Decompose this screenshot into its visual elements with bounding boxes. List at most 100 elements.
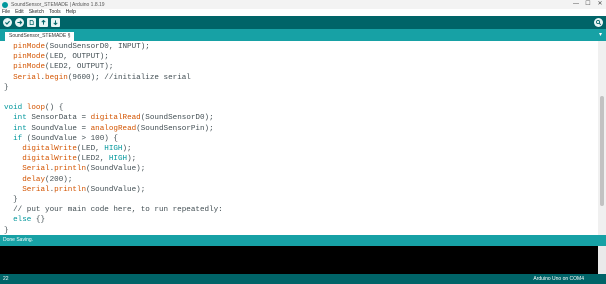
code-token: (LED, [76, 145, 105, 153]
code-token: (SoundValue); [86, 165, 146, 174]
code-token: pinMode [13, 63, 46, 72]
arduino-logo-icon [2, 1, 8, 8]
board-port-label: Arduino Uno on COM4 [533, 276, 584, 282]
arrow-up-icon [41, 19, 46, 25]
minimize-button[interactable]: — [570, 0, 582, 9]
code-token: (9600); //initialize serial [67, 73, 191, 82]
code-line: int SensorData = digitalRead(SoundSensor… [4, 113, 214, 123]
code-token: println [54, 165, 87, 174]
code-token: pinMode [13, 43, 46, 51]
code-token: begin [45, 73, 68, 82]
arrow-down-icon [53, 20, 58, 26]
code-line: // put your main code here, to run repea… [4, 205, 223, 215]
title-bar: SoundSensor_STEMADE | Arduino 1.8.19 — ☐… [0, 0, 606, 9]
serial-monitor-button[interactable] [594, 18, 603, 27]
code-token: () { [45, 104, 64, 113]
code-token: (200); [45, 175, 73, 184]
editor-scrollbar-thumb[interactable] [600, 96, 604, 206]
status-bar: Done Saving. [0, 235, 606, 246]
console-scrollbar[interactable] [598, 246, 606, 274]
code-token: Serial [13, 73, 41, 82]
code-token: ); [122, 145, 132, 153]
code-token: analogRead [90, 124, 137, 133]
code-token: (SoundSensorD0); [140, 114, 214, 123]
console-output[interactable] [0, 246, 598, 274]
menu-tools[interactable]: Tools [49, 9, 61, 16]
code-token: digitalRead [90, 114, 141, 123]
window-title: SoundSensor_STEMADE | Arduino 1.8.19 [11, 1, 105, 8]
toolbar [0, 16, 606, 29]
code-token: if [13, 134, 23, 143]
maximize-button[interactable]: ☐ [582, 0, 594, 9]
upload-button[interactable] [15, 18, 24, 27]
magnifier-icon [595, 19, 602, 26]
code-line: digitalWrite(LED, HIGH); [4, 144, 132, 154]
code-token: (SoundValue > 100) { [22, 134, 118, 143]
tab-strip: SoundSensor_STEMADE § ▾ [0, 29, 606, 41]
code-line: delay(200); [4, 175, 72, 185]
code-editor[interactable]: pinMode(SoundSensorD0, INPUT); pinMode(L… [0, 41, 598, 235]
code-token: (LED2, OUTPUT); [45, 63, 114, 72]
new-file-icon [29, 20, 34, 25]
arrow-right-icon [17, 20, 23, 25]
new-button[interactable] [27, 18, 36, 27]
save-button[interactable] [51, 18, 60, 27]
code-token: Serial [22, 185, 50, 194]
code-token: int [13, 124, 27, 133]
code-line: int SoundValue = analogRead(SoundSensorP… [4, 124, 214, 134]
code-token: pinMode [13, 53, 46, 62]
code-token: } [4, 196, 18, 204]
code-line: Serial.begin(9600); //initialize serial [4, 73, 191, 83]
code-token: HIGH [108, 155, 128, 164]
menu-file[interactable]: File [2, 9, 10, 16]
code-line: } [4, 83, 9, 93]
footer-bar: 22 Arduino Uno on COM4 [0, 274, 606, 284]
code-token: // put your main code here, to run repea… [4, 206, 223, 215]
code-token: (SoundSensorD0, INPUT); [45, 43, 150, 51]
code-token: void [4, 104, 23, 113]
code-token: Serial [22, 165, 50, 174]
code-line: Serial.println(SoundValue); [4, 164, 145, 174]
code-token: } [4, 83, 9, 92]
code-token: HIGH [104, 145, 123, 153]
code-token: (LED, OUTPUT); [45, 53, 109, 62]
code-token: int [13, 114, 27, 123]
open-button[interactable] [39, 18, 48, 27]
tab-soundsensor-stemade[interactable]: SoundSensor_STEMADE § [5, 32, 75, 41]
code-token: (SoundSensorPin); [136, 124, 214, 133]
code-token: ); [127, 155, 137, 164]
code-line: } [4, 195, 18, 205]
code-line: digitalWrite(LED2, HIGH); [4, 154, 136, 164]
code-token: SensorData = [26, 114, 91, 123]
code-token: (SoundValue); [86, 185, 146, 194]
code-line: pinMode(SoundSensorD0, INPUT); [4, 42, 150, 52]
code-line: pinMode(LED2, OUTPUT); [4, 62, 113, 72]
menu-sketch[interactable]: Sketch [29, 9, 44, 16]
code-line: if (SoundValue > 100) { [4, 134, 118, 144]
code-token: SoundValue = [26, 124, 91, 133]
code-token: digitalWrite [22, 155, 77, 164]
verify-button[interactable] [3, 18, 12, 27]
menu-bar: File Edit Sketch Tools Help [0, 9, 606, 16]
close-button[interactable]: ✕ [594, 0, 606, 9]
menu-help[interactable]: Help [66, 9, 76, 16]
tab-menu-icon[interactable]: ▾ [599, 31, 602, 38]
menu-edit[interactable]: Edit [15, 9, 24, 16]
code-token: loop [26, 104, 46, 113]
code-token: println [54, 185, 87, 194]
status-message: Done Saving. [3, 237, 34, 243]
code-line: void loop() { [4, 103, 63, 113]
code-line: pinMode(LED, OUTPUT); [4, 52, 109, 62]
code-line: else {} [4, 215, 45, 225]
